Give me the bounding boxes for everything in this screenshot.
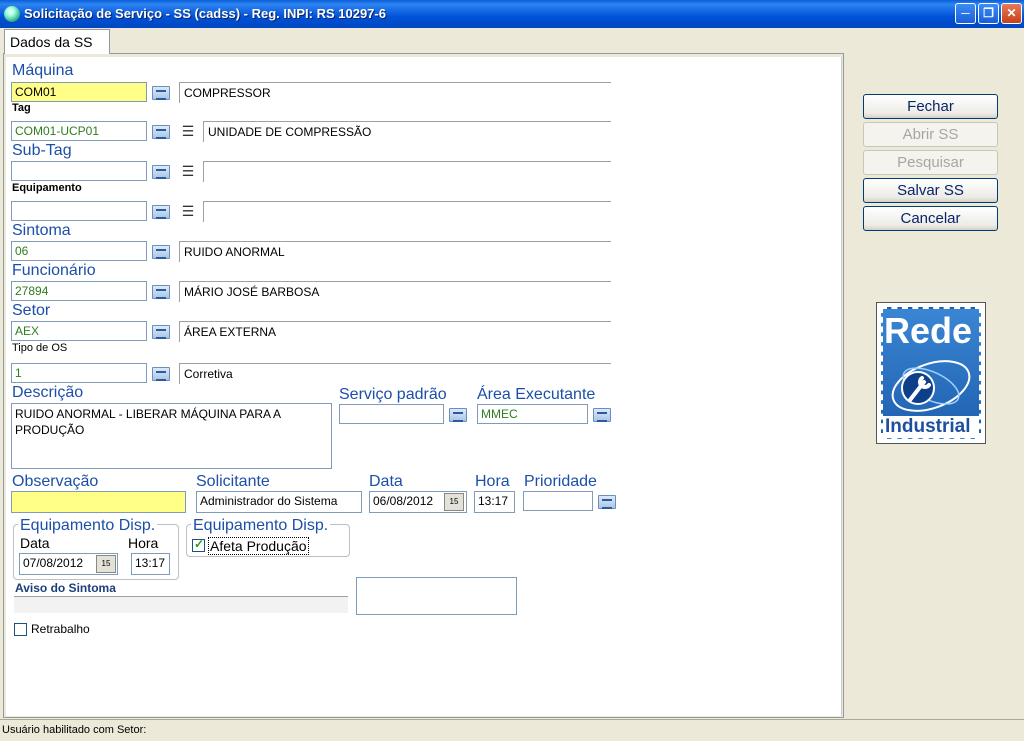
logo-text-industrial: Industrial: [885, 416, 971, 437]
data-label: Data: [369, 473, 403, 490]
servico-padrao-lookup-icon[interactable]: [449, 408, 467, 422]
prioridade-label: Prioridade: [524, 473, 597, 490]
maquina-label: Máquina: [12, 62, 74, 79]
tipo-os-code-field[interactable]: 1: [11, 363, 147, 383]
tag-lookup-icon[interactable]: [152, 125, 170, 139]
sintoma-lookup-icon[interactable]: [152, 245, 170, 259]
prioridade-field[interactable]: [523, 491, 593, 511]
tipo-os-lookup-icon[interactable]: [152, 367, 170, 381]
equipamento-tree-icon[interactable]: ☰: [180, 203, 196, 219]
maquina-lookup-icon[interactable]: [152, 86, 170, 100]
pesquisar-button[interactable]: Pesquisar: [863, 150, 998, 175]
retrabalho-checkbox[interactable]: [14, 623, 27, 636]
maquina-code-field[interactable]: COM01: [11, 82, 147, 102]
restore-button[interactable]: ❐: [978, 3, 999, 24]
maquina-description: COMPRESSOR: [179, 82, 611, 103]
subtag-label: Sub-Tag: [12, 142, 72, 159]
sintoma-description: RUIDO ANORMAL: [179, 241, 611, 262]
tag-code-field[interactable]: COM01-UCP01: [11, 121, 147, 141]
data-calendar-icon[interactable]: 15: [444, 493, 464, 511]
funcionario-description: MÁRIO JOSÉ BARBOSA: [179, 281, 611, 302]
minimize-icon: ─: [961, 6, 970, 20]
hora-label: Hora: [475, 473, 510, 490]
status-bar: Usuário habilitado com Setor:: [0, 719, 1024, 741]
window-title: Solicitação de Serviço - SS (cadss) - Re…: [24, 6, 386, 21]
equip-disp-title: Equipamento Disp.: [18, 517, 158, 535]
afeta-producao-label[interactable]: Afeta Produção: [208, 537, 309, 555]
tab-dados-da-ss[interactable]: Dados da SS: [4, 29, 110, 54]
descricao-textarea[interactable]: RUIDO ANORMAL - LIBERAR MÁQUINA PARA A P…: [11, 403, 332, 469]
funcionario-label: Funcionário: [12, 262, 96, 279]
setor-code-field[interactable]: AEX: [11, 321, 147, 341]
tipo-os-label: Tipo de OS: [12, 342, 68, 354]
equipamento-description: [203, 201, 611, 222]
observacao-label: Observação: [12, 473, 99, 490]
descricao-label: Descrição: [12, 384, 84, 401]
aviso-sintoma-bar: [14, 596, 348, 613]
subtag-tree-icon[interactable]: ☰: [180, 163, 196, 179]
sintoma-code-field[interactable]: 06: [11, 241, 147, 261]
app-icon: [4, 6, 20, 22]
prioridade-lookup-icon[interactable]: [598, 495, 616, 509]
funcionario-code-field[interactable]: 27894: [11, 281, 147, 301]
equipamento-lookup-icon[interactable]: [152, 205, 170, 219]
retrabalho-label[interactable]: Retrabalho: [31, 622, 90, 636]
hora-field[interactable]: 13:17: [474, 491, 515, 513]
wrench-globe-icon: [891, 360, 971, 412]
equip-disp-data-label: Data: [20, 535, 50, 551]
close-icon: ✕: [1006, 6, 1017, 20]
aviso-sintoma-box: [356, 577, 517, 615]
equip-disp-calendar-icon[interactable]: 15: [96, 555, 116, 573]
tipo-os-description: Corretiva: [179, 363, 611, 384]
equip-disp-hora-field[interactable]: 13:17: [131, 553, 170, 575]
funcionario-lookup-icon[interactable]: [152, 285, 170, 299]
servico-padrao-field[interactable]: [339, 404, 444, 424]
tag-tree-icon[interactable]: ☰: [180, 123, 196, 139]
setor-lookup-icon[interactable]: [152, 325, 170, 339]
subtag-lookup-icon[interactable]: [152, 165, 170, 179]
equipamento-code-field[interactable]: [11, 201, 147, 221]
tag-label: Tag: [12, 102, 31, 114]
cancelar-button[interactable]: Cancelar: [863, 206, 998, 231]
solicitante-field[interactable]: Administrador do Sistema: [196, 491, 362, 513]
observacao-field[interactable]: [11, 491, 186, 513]
area-executante-label: Área Executante: [477, 386, 596, 403]
afeta-producao-checkbox[interactable]: ✓: [192, 537, 205, 552]
setor-label: Setor: [12, 302, 51, 319]
subtag-code-field[interactable]: [11, 161, 147, 181]
logo-text-rede: Rede: [884, 310, 973, 351]
subtag-description: [203, 161, 611, 182]
area-executante-lookup-icon[interactable]: [593, 408, 611, 422]
close-button[interactable]: ✕: [1001, 3, 1022, 24]
salvar-ss-button[interactable]: Salvar SS: [863, 178, 998, 203]
abrir-ss-button[interactable]: Abrir SS: [863, 122, 998, 147]
setor-description: ÁREA EXTERNA: [179, 321, 611, 342]
restore-icon: ❐: [983, 6, 994, 20]
fechar-button[interactable]: Fechar: [863, 94, 998, 119]
equipamento-label: Equipamento: [12, 182, 82, 194]
area-executante-field[interactable]: MMEC: [477, 404, 588, 424]
servico-padrao-label: Serviço padrão: [339, 386, 447, 403]
equip-disp-title-2: Equipamento Disp.: [191, 517, 331, 535]
solicitante-label: Solicitante: [196, 473, 270, 490]
minimize-button[interactable]: ─: [955, 3, 976, 24]
sintoma-label: Sintoma: [12, 222, 71, 239]
tag-description: UNIDADE DE COMPRESSÃO: [203, 121, 611, 142]
equip-disp-hora-label: Hora: [128, 535, 159, 551]
aviso-sintoma-label: Aviso do Sintoma: [15, 581, 116, 595]
